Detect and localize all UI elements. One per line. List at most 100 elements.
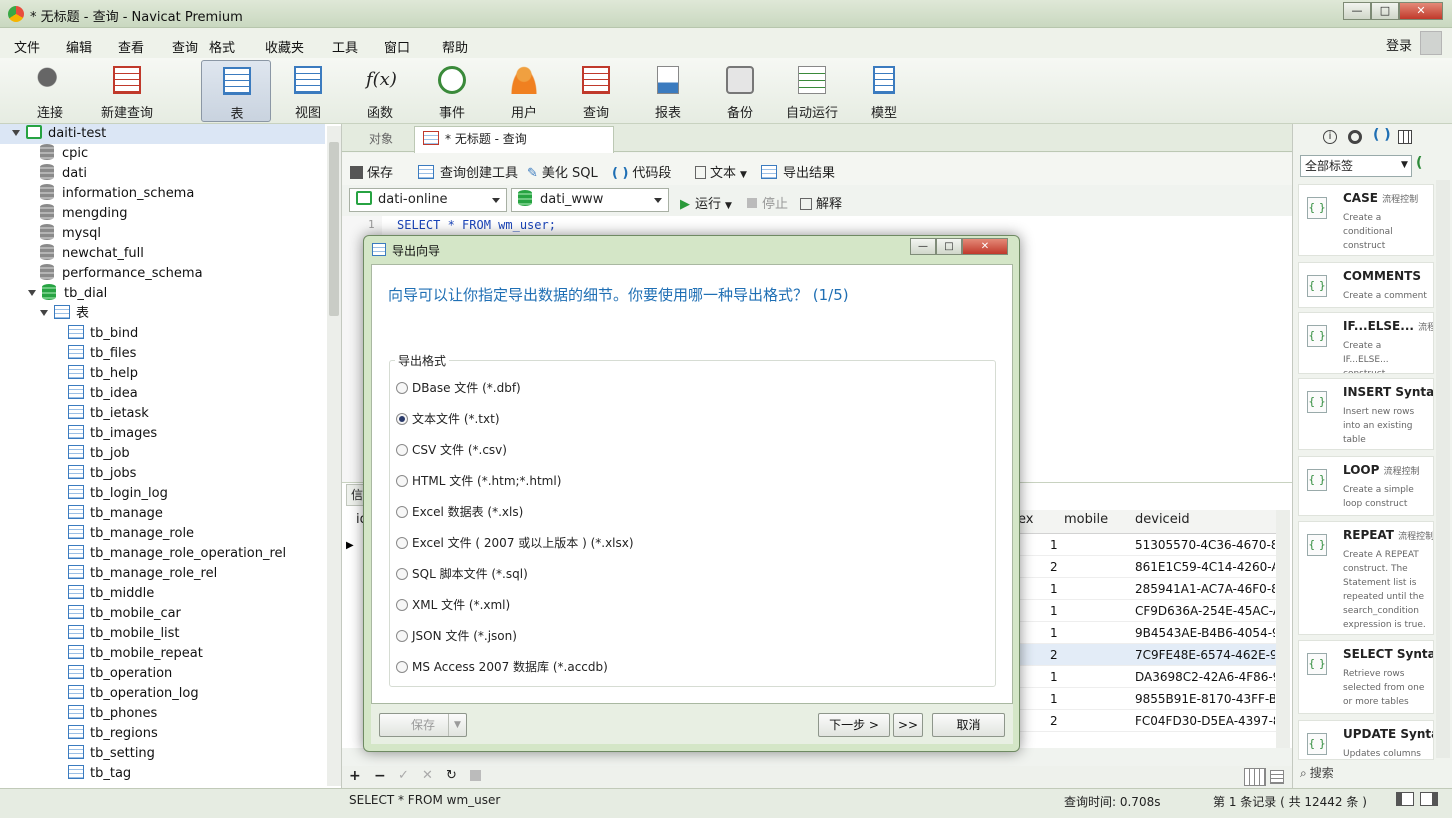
save-profile-button[interactable]: 保存 ▼ bbox=[379, 713, 467, 737]
menu-format[interactable]: 格式 bbox=[209, 37, 235, 56]
tree-table-item[interactable]: tb_manage_role_rel bbox=[68, 564, 217, 584]
cell-sex[interactable]: 2 bbox=[1050, 648, 1058, 662]
form-view-icon[interactable] bbox=[1270, 770, 1284, 784]
cell-sex[interactable]: 2 bbox=[1050, 560, 1058, 574]
format-option[interactable]: XML 文件 (*.xml) bbox=[396, 596, 510, 613]
toggle-right-panel-icon[interactable] bbox=[1420, 792, 1438, 806]
cell-deviceid[interactable]: 285941A1-AC7A-46F0-8 bbox=[1135, 582, 1275, 596]
cell-sex[interactable]: 1 bbox=[1050, 692, 1058, 706]
next-button[interactable]: 下一步 > bbox=[818, 713, 890, 737]
menu-file[interactable]: 文件 bbox=[14, 37, 40, 56]
snippet-search[interactable]: ⌕ 搜索 bbox=[1300, 764, 1334, 781]
avatar[interactable] bbox=[1420, 31, 1442, 55]
tree-database-item[interactable]: dati bbox=[40, 164, 87, 184]
chevron-down-icon[interactable]: ▼ bbox=[1401, 160, 1408, 170]
query-button[interactable]: 查询 bbox=[561, 60, 631, 122]
radio-button[interactable] bbox=[396, 599, 408, 611]
table-button[interactable]: 表 bbox=[201, 60, 271, 122]
dialog-maximize-button[interactable]: □ bbox=[936, 238, 962, 255]
menu-edit[interactable]: 编辑 bbox=[66, 37, 92, 56]
tree-table-item[interactable]: tb_files bbox=[68, 344, 136, 364]
format-option[interactable]: CSV 文件 (*.csv) bbox=[396, 441, 507, 458]
format-option[interactable]: Excel 文件 ( 2007 或以上版本 ) (*.xlsx) bbox=[396, 534, 634, 551]
tree-database-item[interactable]: performance_schema bbox=[40, 264, 203, 284]
grid-view-icon[interactable] bbox=[1244, 768, 1266, 786]
format-option[interactable]: HTML 文件 (*.htm;*.html) bbox=[396, 472, 561, 489]
menu-window[interactable]: 窗口 bbox=[384, 37, 410, 56]
discard-icon[interactable]: ✕ bbox=[422, 768, 433, 783]
cell-deviceid[interactable]: 9855B91E-8170-43FF-BE bbox=[1135, 692, 1275, 706]
explain-button[interactable]: 解释 bbox=[800, 193, 842, 212]
tree-database-item[interactable]: mengding bbox=[40, 204, 128, 224]
cell-deviceid[interactable]: 7C9FE48E-6574-462E-94 bbox=[1135, 648, 1275, 662]
save-query-button[interactable]: 保存 bbox=[350, 162, 393, 181]
radio-button[interactable] bbox=[396, 444, 408, 456]
text-button[interactable]: 文本 ▼ bbox=[695, 162, 747, 181]
tree-table-item[interactable]: tb_mobile_list bbox=[68, 624, 180, 644]
cell-sex[interactable]: 1 bbox=[1050, 670, 1058, 684]
tree-table-item[interactable]: tb_help bbox=[68, 364, 138, 384]
snippet-item[interactable]: { } REPEAT 流程控制 Create A REPEAT construc… bbox=[1298, 521, 1434, 635]
tree-table-item[interactable]: tb_manage_role bbox=[68, 524, 194, 544]
event-button[interactable]: 事件 bbox=[417, 60, 487, 122]
menu-tools[interactable]: 工具 bbox=[332, 37, 358, 56]
column-header-sex[interactable]: ex bbox=[1018, 512, 1033, 527]
snippet-item[interactable]: { } COMMENTS Create a comment bbox=[1298, 262, 1434, 308]
chevron-down-icon[interactable]: ▼ bbox=[448, 714, 466, 736]
cell-sex[interactable]: 1 bbox=[1050, 582, 1058, 596]
user-button[interactable]: 用户 bbox=[489, 60, 559, 122]
auto-run-button[interactable]: 自动运行 bbox=[777, 60, 847, 122]
expand-icon[interactable] bbox=[40, 310, 48, 316]
tag-filter-select[interactable]: 全部标签 bbox=[1300, 155, 1412, 177]
tree-table-item[interactable]: tb_login_log bbox=[68, 484, 168, 504]
expand-icon[interactable] bbox=[28, 290, 36, 296]
delete-record-icon[interactable]: − bbox=[374, 768, 386, 784]
cell-deviceid[interactable]: CF9D636A-254E-45AC-A bbox=[1135, 604, 1275, 618]
cell-sex[interactable]: 1 bbox=[1050, 626, 1058, 640]
run-button[interactable]: ▶ 运行 ▼ bbox=[680, 193, 732, 212]
format-option[interactable]: DBase 文件 (*.dbf) bbox=[396, 379, 521, 396]
cancel-button[interactable]: 取消 bbox=[932, 713, 1005, 737]
snippet-item[interactable]: { } UPDATE Synta Updates columns bbox=[1298, 720, 1434, 760]
add-record-icon[interactable]: + bbox=[349, 768, 361, 784]
result-scrollbar[interactable] bbox=[1276, 510, 1290, 748]
cell-deviceid[interactable]: DA3698C2-42A6-4F86-9 bbox=[1135, 670, 1275, 684]
snippet-item[interactable]: { } INSERT Syntax Insert new rows into a… bbox=[1298, 378, 1434, 450]
snippet-tab-icon[interactable]: ( ) bbox=[1373, 127, 1391, 143]
tree-table-item[interactable]: tb_mobile_repeat bbox=[68, 644, 203, 664]
tree-table-item[interactable]: tb_job bbox=[68, 444, 130, 464]
menu-query[interactable]: 查询 bbox=[172, 37, 198, 56]
snippet-item[interactable]: { } SELECT Syntax Retrieve rows selected… bbox=[1298, 640, 1434, 714]
format-option[interactable]: MS Access 2007 数据库 (*.accdb) bbox=[396, 658, 608, 675]
close-button[interactable]: ✕ bbox=[1399, 2, 1443, 20]
tree-table-item[interactable]: tb_bind bbox=[68, 324, 138, 344]
refresh-icon[interactable]: ↻ bbox=[446, 768, 457, 783]
radio-button[interactable] bbox=[396, 661, 408, 673]
tree-table-item[interactable]: tb_phones bbox=[68, 704, 157, 724]
dialog-minimize-button[interactable]: — bbox=[910, 238, 936, 255]
tree-table-item[interactable]: tb_tag bbox=[68, 764, 131, 784]
menu-help[interactable]: 帮助 bbox=[442, 37, 468, 56]
radio-button[interactable] bbox=[396, 537, 408, 549]
connection-select[interactable]: dati-online bbox=[349, 188, 507, 212]
minimize-button[interactable]: — bbox=[1343, 2, 1371, 20]
column-header-mobile[interactable]: mobile bbox=[1064, 512, 1108, 527]
radio-button[interactable] bbox=[396, 475, 408, 487]
backup-button[interactable]: 备份 bbox=[705, 60, 775, 122]
format-option[interactable]: SQL 脚本文件 (*.sql) bbox=[396, 565, 528, 582]
snippet-item[interactable]: { } IF...ELSE... 流程控 Create a IF...ELSE.… bbox=[1298, 312, 1434, 374]
format-option[interactable]: Excel 数据表 (*.xls) bbox=[396, 503, 523, 520]
stop-icon[interactable] bbox=[470, 770, 481, 781]
snippet-button[interactable]: ( ) 代码段 bbox=[612, 162, 671, 181]
radio-button[interactable] bbox=[396, 506, 408, 518]
maximize-button[interactable]: □ bbox=[1371, 2, 1399, 20]
tree-table-item[interactable]: tb_operation bbox=[68, 664, 172, 684]
menu-favorites[interactable]: 收藏夹 bbox=[265, 37, 304, 56]
chevron-down-icon[interactable]: ▼ bbox=[725, 201, 732, 211]
snippet-item[interactable]: { } LOOP 流程控制 Create a simple loop const… bbox=[1298, 456, 1434, 516]
tree-tables-node[interactable]: 表 bbox=[40, 304, 89, 324]
login-link[interactable]: 登录 bbox=[1386, 35, 1412, 54]
layout-icon[interactable] bbox=[1398, 130, 1412, 144]
radio-button[interactable] bbox=[396, 413, 408, 425]
cell-sex[interactable]: 2 bbox=[1050, 714, 1058, 728]
